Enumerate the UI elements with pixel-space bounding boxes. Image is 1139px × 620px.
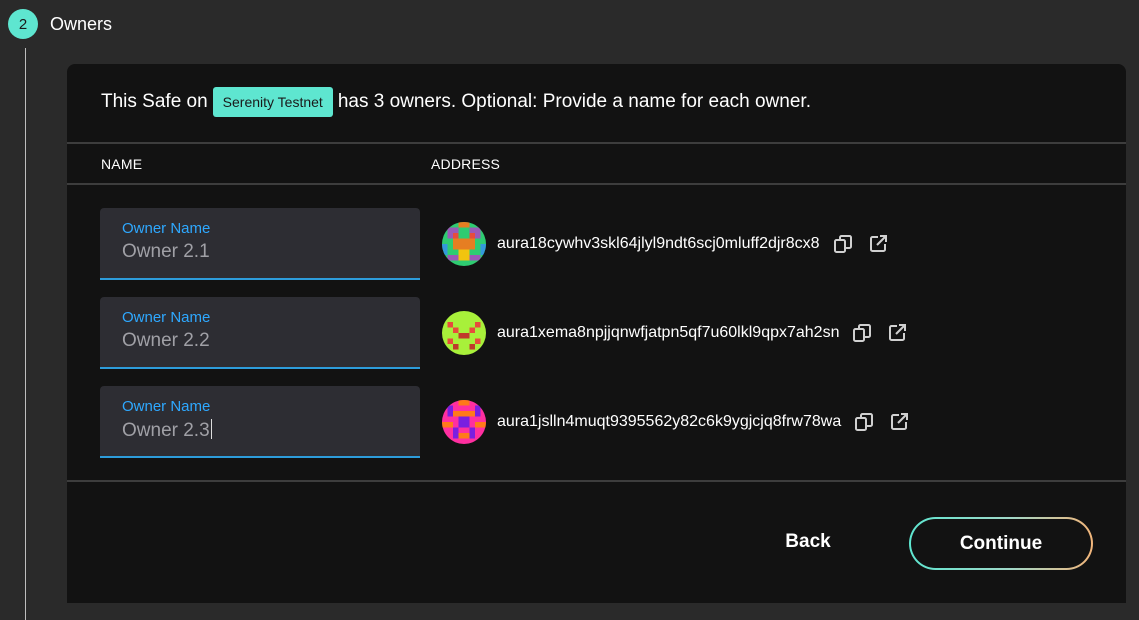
owner-name-field-2[interactable]: Owner Name Owner 2.2 xyxy=(100,297,420,369)
owner-name-label: Owner Name xyxy=(122,220,211,237)
owner-name-value: Owner 2.3 xyxy=(122,420,210,441)
owner-address: aura18cywhv3skl64jlyl9ndt6scj0mluff2djr8… xyxy=(497,235,820,252)
network-chip: Serenity Testnet xyxy=(212,87,333,117)
intro-text: This Safe on Serenity Testnet has 3 owne… xyxy=(101,87,811,117)
intro-prefix: This Safe on xyxy=(101,91,208,112)
text-caret xyxy=(210,419,212,439)
continue-button[interactable]: Continue xyxy=(909,517,1093,570)
divider xyxy=(67,142,1126,144)
divider xyxy=(67,183,1126,185)
owner-name-input[interactable]: Owner 2.2 xyxy=(122,330,210,352)
owner-address: aura1xema8npjjqnwfjatpn5qf7u60lkl9qpx7ah… xyxy=(497,324,840,341)
owner-avatar xyxy=(442,400,486,444)
step-connector-line xyxy=(25,48,26,620)
column-header-name: NAME xyxy=(101,156,143,172)
owner-avatar xyxy=(442,222,486,266)
copy-icon[interactable] xyxy=(852,410,876,434)
back-button[interactable]: Back xyxy=(757,517,859,567)
owners-card: This Safe on Serenity Testnet has 3 owne… xyxy=(67,64,1126,603)
continue-button-label: Continue xyxy=(911,519,1091,568)
step-header: 2 Owners xyxy=(8,8,112,40)
external-link-icon[interactable] xyxy=(887,410,911,434)
owner-address-row-3: aura1jslln4muqt9395562y82c6k9ygjcjq8frw7… xyxy=(442,400,911,444)
copy-icon[interactable] xyxy=(831,232,855,256)
owner-name-field-1[interactable]: Owner Name Owner 2.1 xyxy=(100,208,420,280)
owner-name-label: Owner Name xyxy=(122,309,211,326)
owner-name-input[interactable]: Owner 2.3 xyxy=(122,419,212,442)
column-header-address: ADDRESS xyxy=(431,156,501,172)
owner-address: aura1jslln4muqt9395562y82c6k9ygjcjq8frw7… xyxy=(497,413,842,430)
step-number-badge: 2 xyxy=(8,9,38,39)
intro-suffix: has 3 owners. Optional: Provide a name f… xyxy=(337,91,811,112)
owner-name-input[interactable]: Owner 2.1 xyxy=(122,241,210,263)
divider xyxy=(67,480,1126,482)
external-link-icon[interactable] xyxy=(866,232,890,256)
step-title: Owners xyxy=(50,13,113,34)
owner-name-label: Owner Name xyxy=(122,398,211,415)
copy-icon[interactable] xyxy=(850,321,874,345)
external-link-icon[interactable] xyxy=(885,321,909,345)
owner-address-row-2: aura1xema8npjjqnwfjatpn5qf7u60lkl9qpx7ah… xyxy=(442,311,909,355)
owner-avatar xyxy=(442,311,486,355)
owner-address-row-1: aura18cywhv3skl64jlyl9ndt6scj0mluff2djr8… xyxy=(442,222,890,266)
owner-name-field-3[interactable]: Owner Name Owner 2.3 xyxy=(100,386,420,458)
